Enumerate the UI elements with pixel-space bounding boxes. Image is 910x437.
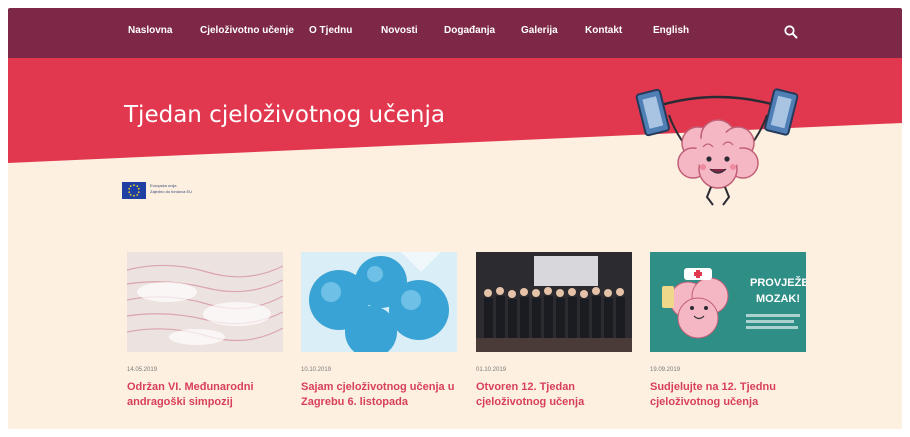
nav-item-galerija[interactable]: Galerija xyxy=(521,25,558,36)
news-card-date: 19.09.2019 xyxy=(650,367,681,373)
news-card-title[interactable]: Sudjelujte na 12. Tjednu cjeloživotnog u… xyxy=(650,380,820,410)
eu-logo-text: Europska unija Zajedno do fondova EU xyxy=(150,183,192,195)
hero-title: Tjedan cjeloživotnog učenja xyxy=(124,102,445,128)
news-card-title[interactable]: Sajam cjeloživotnog učenja u Zagrebu 6. … xyxy=(301,380,471,410)
news-card-date: 10.10.2019 xyxy=(301,367,332,373)
news-card-image[interactable] xyxy=(127,252,283,352)
search-icon[interactable] xyxy=(783,24,799,40)
nav-item-english[interactable]: English xyxy=(653,25,689,36)
nav-item-cjelozivotno-ucenje[interactable]: Cjeloživotno učenje xyxy=(200,25,294,36)
nav-item-kontakt[interactable]: Kontakt xyxy=(585,25,622,36)
news-card-date: 14.05.2019 xyxy=(127,367,158,373)
nav-item-dogadanja[interactable]: Događanja xyxy=(444,25,495,36)
top-navigation: Naslovna Cjeloživotno učenje O Tjednu No… xyxy=(8,8,902,58)
news-card-image[interactable] xyxy=(301,252,457,352)
nav-item-o-tjednu[interactable]: O Tjednu xyxy=(309,25,352,36)
nav-item-naslovna[interactable]: Naslovna xyxy=(128,25,172,36)
eu-logo-line2: Zajedno do fondova EU xyxy=(150,189,193,194)
news-card-title[interactable]: Održan VI. Međunarodni andragoški simpoz… xyxy=(127,380,297,410)
brain-mascot-illustration xyxy=(635,88,799,206)
news-card-date: 01.10.2019 xyxy=(476,367,507,373)
news-card-image[interactable]: PROVJEŽBAJ MOZAK! xyxy=(650,252,806,352)
news-card-image[interactable] xyxy=(476,252,632,352)
news-card-title[interactable]: Otvoren 12. Tjedan cjeloživotnog učenja xyxy=(476,380,646,410)
eu-flag-icon xyxy=(122,182,146,199)
poster-heading-line2: MOZAK! xyxy=(756,293,800,305)
poster-heading-line1: PROVJEŽBAJ xyxy=(750,276,806,289)
nav-item-novosti[interactable]: Novosti xyxy=(381,25,418,36)
page-frame: Naslovna Cjeloživotno učenje O Tjednu No… xyxy=(8,8,902,429)
